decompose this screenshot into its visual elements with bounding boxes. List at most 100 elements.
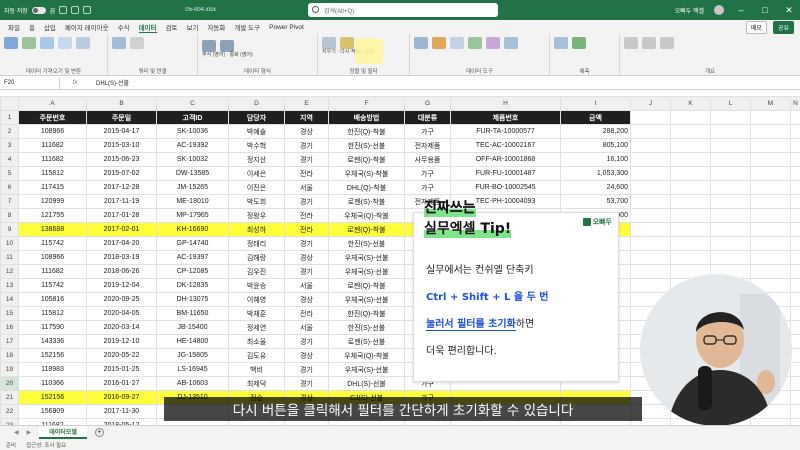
table-cell[interactable]: 152156 <box>18 348 87 363</box>
table-cell[interactable]: 108966 <box>18 124 87 139</box>
table-cell[interactable]: 2018-03-19 <box>86 250 157 265</box>
empty-cell[interactable] <box>790 208 800 223</box>
table-cell[interactable]: DK-12835 <box>156 278 229 293</box>
empty-cell[interactable] <box>790 222 800 237</box>
table-cell[interactable]: 경기 <box>284 264 329 279</box>
empty-cell[interactable] <box>790 264 800 279</box>
empty-cell[interactable] <box>670 166 711 181</box>
from-web-icon[interactable] <box>40 37 54 49</box>
table-cell[interactable]: MP-17965 <box>156 208 229 223</box>
table-header-cell[interactable]: 금액 <box>560 110 631 125</box>
empty-cell[interactable] <box>710 124 751 139</box>
empty-cell[interactable] <box>790 236 800 251</box>
empty-cell[interactable] <box>670 208 711 223</box>
empty-cell[interactable] <box>670 250 711 265</box>
table-cell[interactable]: 288,200 <box>560 124 631 139</box>
table-cell[interactable]: 정지산 <box>228 152 285 167</box>
save-icon[interactable] <box>59 6 68 14</box>
column-header[interactable]: K <box>670 96 711 111</box>
ungroup-icon[interactable] <box>642 37 656 49</box>
empty-cell[interactable] <box>790 320 800 335</box>
empty-cell[interactable] <box>710 110 751 125</box>
table-cell[interactable]: 138688 <box>18 222 87 237</box>
table-cell[interactable]: SK-10032 <box>156 152 229 167</box>
empty-cell[interactable] <box>670 124 711 139</box>
table-cell[interactable]: 전자제품 <box>404 138 451 153</box>
empty-cell[interactable] <box>790 250 800 265</box>
empty-cell[interactable] <box>710 180 751 195</box>
remove-duplicates-icon[interactable] <box>450 37 464 49</box>
table-cell[interactable]: 김우진 <box>228 264 285 279</box>
table-cell[interactable]: 108966 <box>18 250 87 265</box>
table-cell[interactable]: 박채훈 <box>228 306 285 321</box>
empty-cell[interactable] <box>790 390 800 405</box>
row-number[interactable]: 22 <box>0 404 19 419</box>
table-cell[interactable]: 최소율 <box>228 334 285 349</box>
table-cell[interactable]: 2015-01-25 <box>86 362 157 377</box>
table-cell[interactable]: 전라 <box>284 208 329 223</box>
table-cell[interactable]: 경상 <box>284 348 329 363</box>
table-cell[interactable]: 경기 <box>284 334 329 349</box>
table-cell[interactable]: 가구 <box>404 180 451 195</box>
row-number[interactable]: 1 <box>0 110 19 125</box>
table-cell[interactable]: 로젠(Q)-착불 <box>328 152 405 167</box>
table-cell[interactable]: 2019-12-10 <box>86 334 157 349</box>
add-sheet-button[interactable]: + <box>94 428 104 437</box>
empty-cell[interactable] <box>750 180 791 195</box>
table-cell[interactable]: 경기 <box>284 194 329 209</box>
row-number[interactable]: 20 <box>0 376 19 391</box>
table-cell[interactable]: 전라 <box>284 222 329 237</box>
user-name[interactable]: 오빠두 엑셀 <box>675 6 704 15</box>
empty-cell[interactable] <box>670 138 711 153</box>
empty-cell[interactable] <box>670 222 711 237</box>
table-cell[interactable]: 경기 <box>284 236 329 251</box>
table-cell[interactable]: 105816 <box>18 292 87 307</box>
table-cell[interactable]: 경기 <box>284 138 329 153</box>
table-header-cell[interactable]: 고객ID <box>156 110 229 125</box>
empty-cell[interactable] <box>630 152 671 167</box>
table-cell[interactable]: 2020-05-22 <box>86 348 157 363</box>
table-cell[interactable]: 전라 <box>284 166 329 181</box>
column-header[interactable]: N <box>790 96 800 111</box>
table-cell[interactable]: 2017-11-30 <box>86 404 157 419</box>
avatar[interactable] <box>714 5 724 15</box>
table-cell[interactable]: SK-10036 <box>156 124 229 139</box>
empty-cell[interactable] <box>750 138 791 153</box>
table-cell[interactable]: 경기 <box>284 152 329 167</box>
empty-cell[interactable] <box>790 376 800 391</box>
table-cell[interactable]: 로젠(Q)-착불 <box>328 222 405 237</box>
row-number[interactable]: 13 <box>0 278 19 293</box>
table-cell[interactable]: AC-19397 <box>156 250 229 265</box>
column-header[interactable]: I <box>560 96 631 111</box>
table-cell[interactable]: 이혜영 <box>228 292 285 307</box>
empty-cell[interactable] <box>630 166 671 181</box>
sheet-prev-icon[interactable]: ◀ <box>14 429 19 436</box>
table-cell[interactable]: 115742 <box>18 278 87 293</box>
empty-cell[interactable] <box>630 180 671 195</box>
table-header-cell[interactable]: 대분류 <box>404 110 451 125</box>
table-cell[interactable]: 정태리 <box>228 236 285 251</box>
empty-cell[interactable] <box>790 292 800 307</box>
empty-cell[interactable] <box>710 222 751 237</box>
name-box[interactable]: F20 <box>0 76 60 89</box>
table-cell[interactable]: 서울 <box>284 180 329 195</box>
refresh-all-icon[interactable] <box>112 37 126 49</box>
table-cell[interactable]: GP-14740 <box>156 236 229 251</box>
table-cell[interactable]: 115812 <box>18 166 87 181</box>
empty-cell[interactable] <box>750 152 791 167</box>
ribbon-tab[interactable]: 보기 <box>186 22 198 32</box>
table-cell[interactable]: 152156 <box>18 390 87 405</box>
table-cell[interactable]: 가구 <box>404 124 451 139</box>
table-cell[interactable]: DH-13075 <box>156 292 229 307</box>
row-number[interactable]: 18 <box>0 348 19 363</box>
undo-icon[interactable] <box>71 6 80 14</box>
table-cell[interactable]: 경기 <box>284 376 329 391</box>
table-cell[interactable]: 한진(Q)-착불 <box>328 306 405 321</box>
table-cell[interactable]: 115742 <box>18 236 87 251</box>
empty-cell[interactable] <box>630 124 671 139</box>
row-number[interactable]: 6 <box>0 180 19 195</box>
table-cell[interactable]: 한진(Q)-착불 <box>328 124 405 139</box>
row-number[interactable]: 8 <box>0 208 19 223</box>
column-header[interactable]: B <box>86 96 157 111</box>
close-icon[interactable]: ✕ <box>782 5 796 16</box>
